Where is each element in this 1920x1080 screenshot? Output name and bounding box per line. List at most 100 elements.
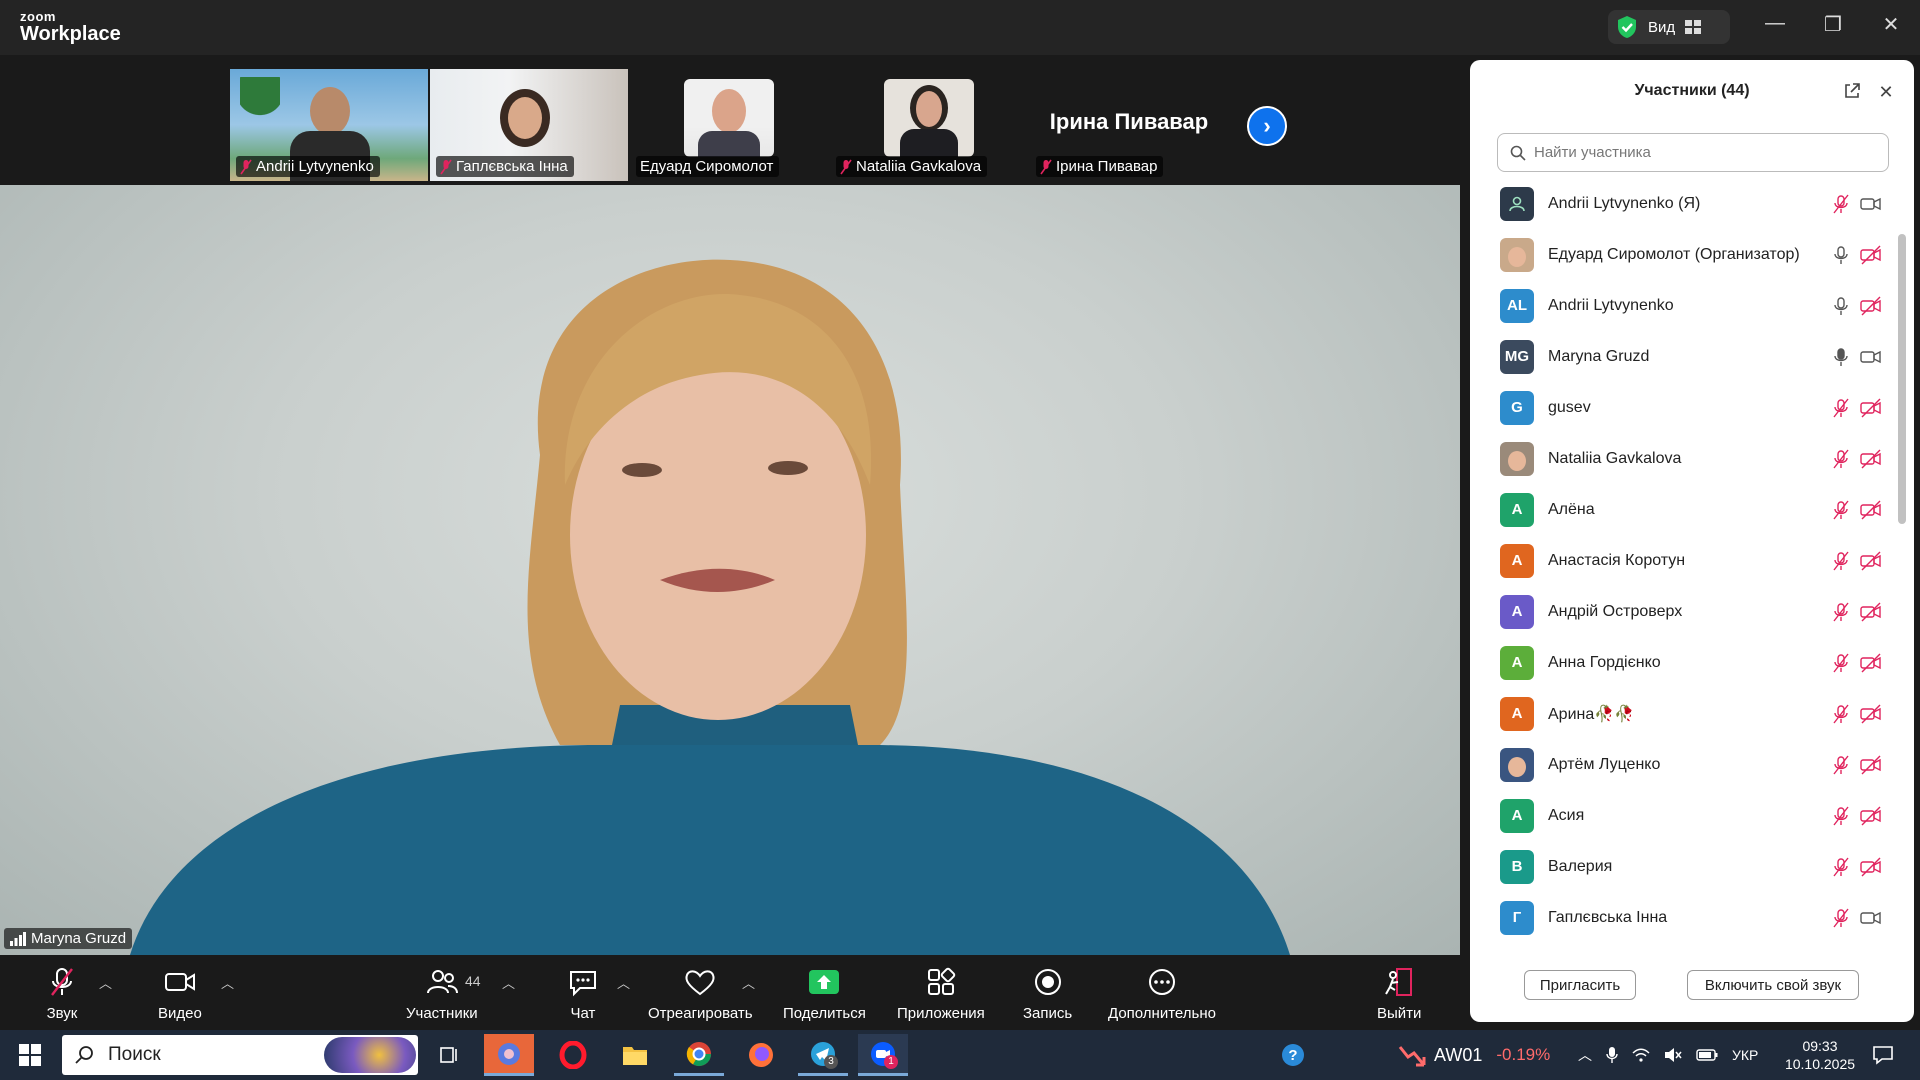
participant-list-scrollbar[interactable] (1898, 178, 1906, 948)
mic-muted-icon[interactable] (1830, 908, 1852, 928)
thumbnail-nataliia[interactable]: Nataliia Gavkalova (830, 69, 1028, 181)
microphone-icon[interactable] (1606, 1046, 1618, 1064)
mic-muted-icon[interactable] (1830, 653, 1852, 673)
camera-off-icon[interactable] (1860, 296, 1882, 316)
main-speaker-video[interactable]: Maryna Gruzd (0, 185, 1460, 955)
more-button[interactable]: Дополнительно (1108, 967, 1216, 1022)
restore-icon[interactable]: ❐ (1818, 12, 1848, 37)
thumbnail-andrii[interactable]: Andrii Lytvynenko (230, 69, 428, 181)
participant-row[interactable]: А Алёна (1470, 484, 1900, 535)
copilot-app-icon[interactable] (484, 1034, 534, 1076)
participant-row[interactable]: А Арина🥀🥀 (1470, 688, 1900, 739)
camera-off-icon[interactable] (1860, 245, 1882, 265)
language-indicator[interactable]: УКР (1732, 1047, 1758, 1063)
participant-row[interactable]: AL Andrii Lytvynenko (1470, 280, 1900, 331)
mic-muted-icon[interactable] (1830, 551, 1852, 571)
mic-muted-icon[interactable] (1830, 194, 1852, 214)
help-icon[interactable]: ? (1268, 1034, 1318, 1076)
mic-icon[interactable] (1830, 347, 1852, 367)
apps-button[interactable]: Приложения (897, 967, 985, 1022)
view-button[interactable]: Вид (1608, 10, 1730, 44)
mic-muted-icon[interactable] (1830, 602, 1852, 622)
participant-row[interactable]: А Анастасія Коротун (1470, 535, 1900, 586)
file-explorer-icon[interactable] (610, 1034, 660, 1076)
telegram-app-icon[interactable]: 3 (798, 1034, 848, 1076)
thumbnail-eduard[interactable]: Едуард Сиромолот (630, 69, 828, 181)
mic-icon[interactable] (1830, 296, 1852, 316)
camera-off-icon[interactable] (1860, 806, 1882, 826)
video-button[interactable]: Видео (158, 967, 202, 1022)
react-options-chevron-icon[interactable]: ︿ (742, 973, 755, 992)
participant-row[interactable]: А Анна Гордієнко (1470, 637, 1900, 688)
mic-muted-icon[interactable] (1830, 500, 1852, 520)
audio-button[interactable]: Звук (44, 967, 80, 1022)
mic-muted-icon[interactable] (1830, 449, 1852, 469)
firefox-app-icon[interactable] (736, 1034, 786, 1076)
search-input[interactable] (1534, 144, 1864, 161)
audio-options-chevron-icon[interactable]: ︿ (99, 973, 112, 992)
battery-icon[interactable] (1696, 1049, 1718, 1061)
tray-chevron-icon[interactable]: ︿ (1578, 1045, 1592, 1065)
react-button[interactable]: Отреагировать (648, 967, 753, 1022)
volume-muted-icon[interactable] (1664, 1047, 1682, 1063)
mic-muted-icon[interactable] (1830, 857, 1852, 877)
leave-button[interactable]: Выйти (1377, 967, 1421, 1022)
participant-row[interactable]: Nataliia Gavkalova (1470, 433, 1900, 484)
invite-button[interactable]: Пригласить (1524, 970, 1636, 1000)
camera-off-icon[interactable] (1860, 449, 1882, 469)
taskbar-search[interactable]: Поиск (62, 1035, 418, 1075)
thumbnail-iryna[interactable]: Ірина Пивавар Ірина Пивавар (1030, 69, 1228, 181)
participant-row[interactable]: А Андрій Островерх (1470, 586, 1900, 637)
camera-icon[interactable] (1860, 194, 1882, 214)
camera-off-icon[interactable] (1860, 500, 1882, 520)
mic-muted-icon[interactable] (1830, 755, 1852, 775)
close-panel-icon[interactable]: ✕ (1876, 82, 1896, 102)
unmute-self-button[interactable]: Включить свой звук (1687, 970, 1859, 1000)
camera-off-icon[interactable] (1860, 857, 1882, 877)
participant-row[interactable]: В Валерия (1470, 841, 1900, 892)
clock[interactable]: 09:33 10.10.2025 (1770, 1030, 1870, 1080)
task-view-icon[interactable] (424, 1034, 474, 1076)
scrollbar-thumb[interactable] (1898, 234, 1906, 524)
notifications-icon[interactable] (1858, 1034, 1908, 1076)
mic-icon[interactable] (1830, 245, 1852, 265)
camera-icon[interactable] (1860, 908, 1882, 928)
mic-muted-icon[interactable] (1830, 398, 1852, 418)
camera-off-icon[interactable] (1860, 602, 1882, 622)
minimize-icon[interactable]: — (1760, 12, 1790, 35)
chat-options-chevron-icon[interactable]: ︿ (617, 973, 630, 992)
participant-row[interactable]: Ggusev (1470, 382, 1900, 433)
thumbnail-inna[interactable]: Гаплєвська Інна (430, 69, 628, 181)
participant-row[interactable]: MG Maryna Gruzd (1470, 331, 1900, 382)
pop-out-icon[interactable] (1842, 82, 1862, 102)
windows-start-icon[interactable] (5, 1034, 55, 1076)
share-button[interactable]: Поделиться (783, 967, 866, 1022)
participant-search[interactable] (1497, 133, 1889, 172)
next-page-chevron-icon[interactable]: › (1247, 106, 1287, 146)
chrome-app-icon[interactable] (674, 1034, 724, 1076)
stock-widget[interactable]: AW01 -0.19% (1398, 1030, 1550, 1080)
camera-off-icon[interactable] (1860, 653, 1882, 673)
record-button[interactable]: Запись (1023, 967, 1072, 1022)
zoom-app-icon[interactable]: 1 (858, 1034, 908, 1076)
participant-avatar (1500, 747, 1534, 782)
opera-app-icon[interactable] (548, 1034, 598, 1076)
chat-button[interactable]: Чат (565, 967, 601, 1022)
mic-muted-icon[interactable] (1830, 806, 1852, 826)
camera-off-icon[interactable] (1860, 704, 1882, 724)
participant-name: Анастасія Коротун (1548, 551, 1686, 569)
mic-muted-icon[interactable] (1830, 704, 1852, 724)
video-options-chevron-icon[interactable]: ︿ (221, 973, 234, 992)
camera-icon[interactable] (1860, 347, 1882, 367)
participant-row[interactable]: А Асия (1470, 790, 1900, 841)
camera-off-icon[interactable] (1860, 551, 1882, 571)
participant-row[interactable]: Andrii Lytvynenko (Я) (1470, 178, 1900, 229)
participant-row[interactable]: Г Гаплєвська Інна (1470, 892, 1900, 943)
camera-off-icon[interactable] (1860, 755, 1882, 775)
close-icon[interactable]: ✕ (1876, 12, 1906, 37)
participant-row[interactable]: Едуард Сиромолот (Организатор) (1470, 229, 1900, 280)
camera-off-icon[interactable] (1860, 398, 1882, 418)
wifi-icon[interactable] (1632, 1047, 1650, 1063)
participants-options-chevron-icon[interactable]: ︿ (502, 973, 515, 992)
participant-row[interactable]: Артём Луценко (1470, 739, 1900, 790)
